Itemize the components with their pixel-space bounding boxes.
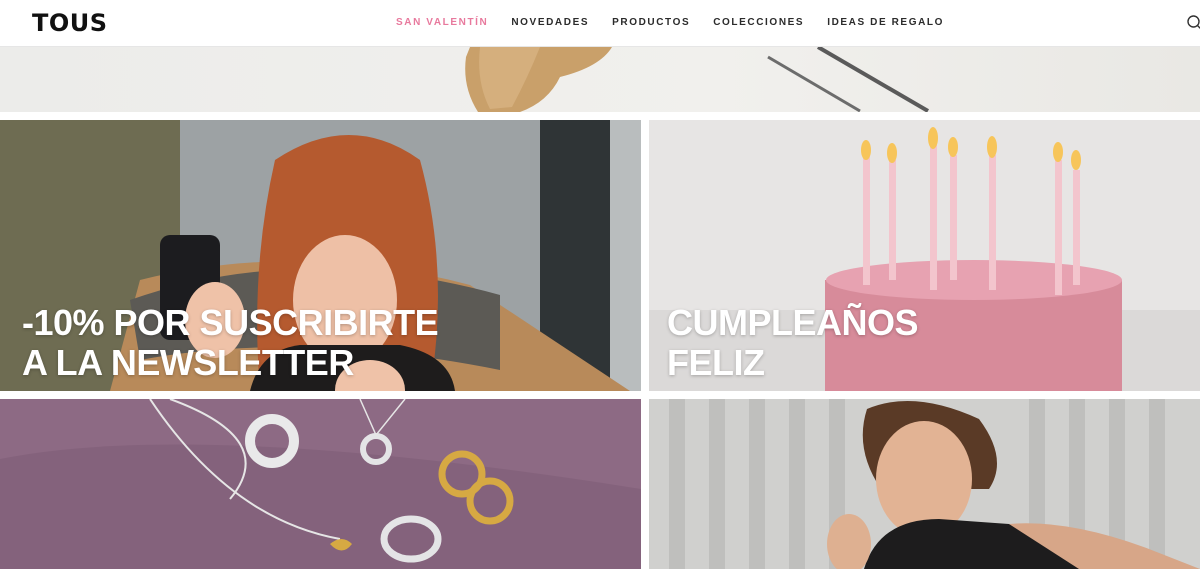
nav-item-novedades[interactable]: NOVEDADES (511, 14, 589, 32)
nav-item-ideas-de-regalo[interactable]: IDEAS DE REGALO (827, 14, 944, 32)
site-header: TOUS SAN VALENTÍN NOVEDADES PRODUCTOS CO… (0, 0, 1200, 47)
lifestyle-photo (649, 399, 1200, 569)
top-banner-image[interactable] (0, 47, 1200, 112)
birthday-caption-line1: CUMPLEAÑOS (667, 302, 919, 343)
nav-item-colecciones[interactable]: COLECCIONES (713, 14, 804, 32)
newsletter-caption-line1: -10% POR SUSCRIBIRTE (22, 302, 439, 343)
newsletter-caption: -10% POR SUSCRIBIRTE A LA NEWSLETTER (22, 303, 442, 383)
banner-illustration (465, 47, 930, 112)
brand-logo[interactable]: TOUS (32, 8, 108, 38)
jewelry-tile[interactable] (0, 399, 641, 569)
nav-item-san-valentin[interactable]: SAN VALENTÍN (396, 14, 488, 32)
birthday-caption: CUMPLEAÑOS FELIZ (667, 303, 967, 383)
jewelry-photo (0, 399, 641, 569)
lifestyle-tile[interactable] (649, 399, 1200, 569)
birthday-caption-line2: FELIZ (667, 342, 765, 383)
search-icon[interactable] (1186, 14, 1200, 32)
newsletter-caption-line2: A LA NEWSLETTER (22, 342, 354, 383)
main-nav: SAN VALENTÍN NOVEDADES PRODUCTOS COLECCI… (396, 14, 967, 32)
nav-item-productos[interactable]: PRODUCTOS (612, 14, 690, 32)
